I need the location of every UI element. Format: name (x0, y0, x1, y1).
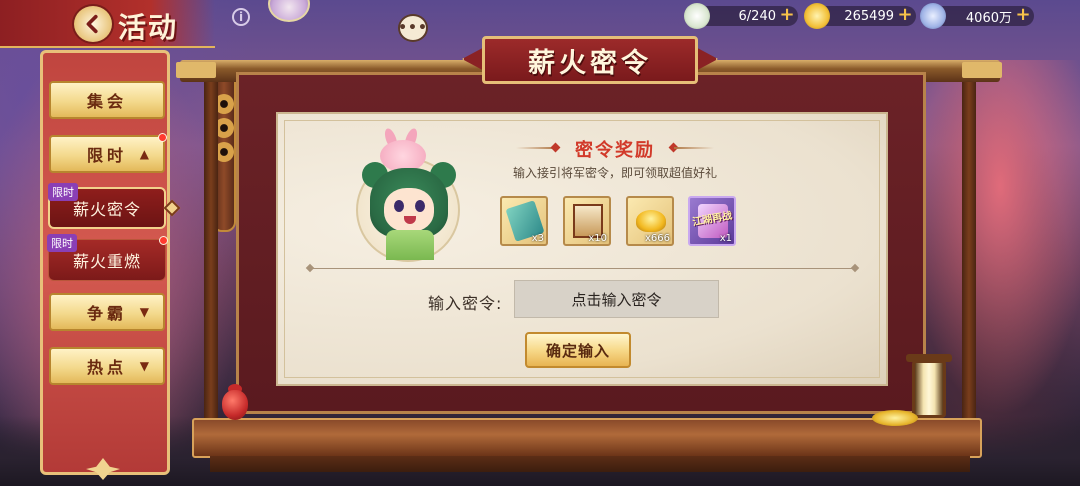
lantern-icon (912, 360, 946, 418)
chevron-down-icon: ▼ (139, 305, 153, 319)
reward-count: x10 (588, 233, 607, 244)
currency-silver: 4060万 + (920, 3, 1034, 29)
limited-tag: 限时 (47, 234, 77, 252)
gold-ingot-icon (804, 3, 830, 29)
reward-item[interactable]: x3 (500, 196, 548, 246)
character-body (386, 230, 434, 260)
chevron-down-icon: ▼ (139, 359, 153, 373)
sidebar-item-label: 争霸 (86, 304, 127, 323)
currency-silver-value: 4060万 (965, 10, 1012, 26)
frame-cap-left (176, 62, 216, 78)
reward-item[interactable]: x10 (563, 196, 611, 246)
back-button[interactable] (72, 4, 114, 44)
frame-post-right (962, 80, 976, 440)
sidebar-item-limited[interactable]: 限时 ▲ (49, 133, 167, 173)
sidebar-item-contest[interactable]: 争霸 ▼ (49, 293, 165, 331)
reward-count: x1 (719, 233, 732, 244)
code-input-label: 输入密令: (428, 294, 503, 313)
sidebar-item-gathering[interactable]: 集会 (49, 81, 165, 119)
reward-count: x666 (644, 233, 670, 244)
frame-post-left (204, 80, 218, 440)
notification-badge (159, 236, 168, 245)
lucky-gourd-icon (222, 390, 248, 420)
info-icon[interactable]: i (232, 8, 250, 26)
sidebar-item-label: 薪火密令 (72, 200, 141, 219)
code-input[interactable]: 点击输入密令 (514, 280, 719, 318)
notification-badge (158, 133, 167, 142)
sidebar-item-label: 薪火重燃 (72, 252, 141, 271)
tea-bun-icon (684, 3, 710, 29)
sidebar-item-xinhuo-miling[interactable]: 限时 薪火密令 (48, 183, 181, 229)
sidebar-item-xinhuo-chongran[interactable]: 限时 薪火重燃 (47, 234, 168, 281)
rewards-title: 密令奖励 (575, 140, 655, 161)
frame-base-shelf (210, 456, 970, 472)
limited-tag: 限时 (48, 183, 78, 201)
frame-cap-right (962, 62, 1002, 78)
reward-item[interactable]: x666 (626, 196, 674, 246)
add-silver-button[interactable]: + (1015, 6, 1031, 24)
currency-stamina: 6/240 + (684, 3, 798, 29)
add-gold-button[interactable]: + (897, 6, 913, 24)
gold-coins-icon (872, 410, 918, 426)
add-stamina-button[interactable]: + (779, 6, 795, 24)
character-eye (415, 200, 425, 212)
reward-item[interactable]: 江湖再战 x1 (688, 196, 736, 246)
avatar[interactable] (268, 0, 310, 22)
character-face (384, 188, 434, 232)
page-title: 活动 (118, 11, 179, 44)
coin-icon (920, 3, 946, 29)
chevron-up-icon: ▲ (139, 147, 153, 161)
sidebar-item-label: 集会 (86, 92, 127, 111)
divider (310, 268, 855, 269)
frame-base (192, 418, 982, 458)
sidebar-item-hot[interactable]: 热点 ▼ (49, 347, 165, 385)
gold-ingot-icon (636, 210, 666, 232)
sidebar-item-label: 限时 (86, 146, 127, 165)
panel-title: 薪火密令 (482, 36, 698, 84)
title-deco-line (674, 147, 714, 149)
back-arrow-icon (86, 14, 98, 34)
sidebar-item-label: 热点 (86, 358, 127, 377)
currency-gold-value: 265499 (844, 8, 894, 24)
currency-stamina-value: 6/240 (738, 8, 776, 24)
currency-gold: 265499 + (804, 3, 916, 29)
confirm-button-label: 确定输入 (545, 341, 610, 360)
confirm-button[interactable]: 确定输入 (525, 332, 631, 368)
rewards-subtitle: 输入接引将军密令，即可领取超值好礼 (512, 166, 717, 180)
sidebar: 集会 限时 ▲ 限时 薪火密令 限时 薪火重燃 争霸 ▼ 热点 ▼ (40, 50, 181, 475)
reward-count: x3 (531, 233, 544, 244)
character-eye (394, 200, 404, 212)
chat-bubble-icon[interactable]: ••• (398, 14, 428, 42)
